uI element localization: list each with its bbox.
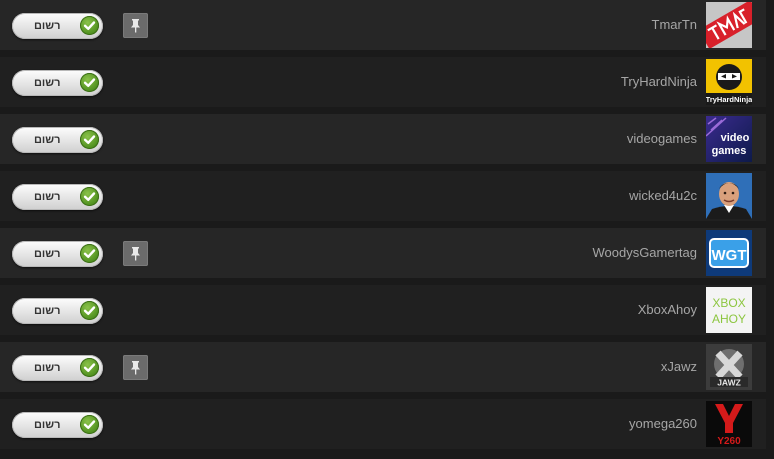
avatar-text: TryHardNinja bbox=[706, 95, 752, 104]
subscribed-button[interactable]: רשום bbox=[12, 355, 103, 381]
channel-row-tmartn: רשום TmarTn bbox=[0, 0, 766, 50]
subscribed-label: רשום bbox=[34, 191, 61, 203]
channel-name[interactable]: TryHardNinja bbox=[621, 74, 697, 90]
channel-row-yomega260: רשום yomega260 Y260 bbox=[0, 399, 766, 449]
xboxahoy-logo[interactable]: XBOX AHOY bbox=[706, 287, 752, 333]
svg-text:AHOY: AHOY bbox=[712, 312, 746, 326]
pin-icon[interactable] bbox=[123, 241, 148, 266]
subscribed-label: רשום bbox=[34, 20, 61, 32]
subscribed-label: רשום bbox=[34, 248, 61, 260]
wicked4u2c-photo[interactable] bbox=[706, 173, 752, 219]
avatar-text: Y260 bbox=[717, 436, 741, 447]
yomega260-logo[interactable]: Y260 bbox=[706, 401, 752, 447]
channel-row-tryhardninja: רשום TryHardNinja TryHardNinja bbox=[0, 57, 766, 107]
svg-text:JAWZ: JAWZ bbox=[717, 378, 741, 388]
xjawz-logo[interactable]: JAWZ bbox=[706, 344, 752, 390]
channel-row-videogames: רשום videogames video games bbox=[0, 114, 766, 164]
checkmark-icon bbox=[80, 130, 99, 149]
channel-name[interactable]: TmarTn bbox=[652, 17, 698, 33]
channel-row-wicked4u2c: רשום wicked4u2c bbox=[0, 171, 766, 221]
subscribed-button[interactable]: רשום bbox=[12, 241, 103, 267]
svg-text:XBOX: XBOX bbox=[712, 296, 745, 310]
channel-name[interactable]: XboxAhoy bbox=[638, 302, 697, 318]
channel-name[interactable]: WoodysGamertag bbox=[592, 245, 697, 261]
subscribed-button[interactable]: רשום bbox=[12, 184, 103, 210]
tryhardninja-logo[interactable]: TryHardNinja bbox=[706, 59, 752, 105]
channel-name[interactable]: videogames bbox=[627, 131, 697, 147]
checkmark-icon bbox=[80, 301, 99, 320]
checkmark-icon bbox=[80, 244, 99, 263]
subscribed-button[interactable]: רשום bbox=[12, 298, 103, 324]
subscribed-label: רשום bbox=[34, 77, 61, 89]
videogames-logo[interactable]: video games bbox=[706, 116, 752, 162]
subscribed-label: רשום bbox=[34, 419, 61, 431]
channel-row-xjawz: רשום xJawz JAWZ bbox=[0, 342, 766, 392]
channel-name[interactable]: xJawz bbox=[661, 359, 697, 375]
channel-row-woodysgamertag: רשום WoodysGamertag WGT bbox=[0, 228, 766, 278]
checkmark-icon bbox=[80, 415, 99, 434]
channel-row-xboxahoy: רשום XboxAhoy XBOX AHOY bbox=[0, 285, 766, 335]
subscribed-label: רשום bbox=[34, 362, 61, 374]
subscribed-button[interactable]: רשום bbox=[12, 13, 103, 39]
checkmark-icon bbox=[80, 358, 99, 377]
subscribed-button[interactable]: רשום bbox=[12, 412, 103, 438]
tmartn-logo[interactable] bbox=[706, 2, 752, 48]
channel-name[interactable]: yomega260 bbox=[629, 416, 697, 432]
subscription-list: רשום TmarTn רשום TryHardNinja TryHardNin… bbox=[0, 0, 774, 459]
subscribed-label: רשום bbox=[34, 305, 61, 317]
channel-name[interactable]: wicked4u2c bbox=[629, 188, 697, 204]
subscribed-label: רשום bbox=[34, 134, 61, 146]
svg-text:video: video bbox=[721, 132, 750, 144]
pin-icon[interactable] bbox=[123, 355, 148, 380]
svg-text:games: games bbox=[712, 145, 747, 157]
checkmark-icon bbox=[80, 187, 99, 206]
checkmark-icon bbox=[80, 73, 99, 92]
avatar-text: WGT bbox=[712, 247, 747, 264]
checkmark-icon bbox=[80, 16, 99, 35]
subscribed-button[interactable]: רשום bbox=[12, 70, 103, 96]
subscribed-button[interactable]: רשום bbox=[12, 127, 103, 153]
pin-icon[interactable] bbox=[123, 13, 148, 38]
wgt-logo[interactable]: WGT bbox=[706, 230, 752, 276]
